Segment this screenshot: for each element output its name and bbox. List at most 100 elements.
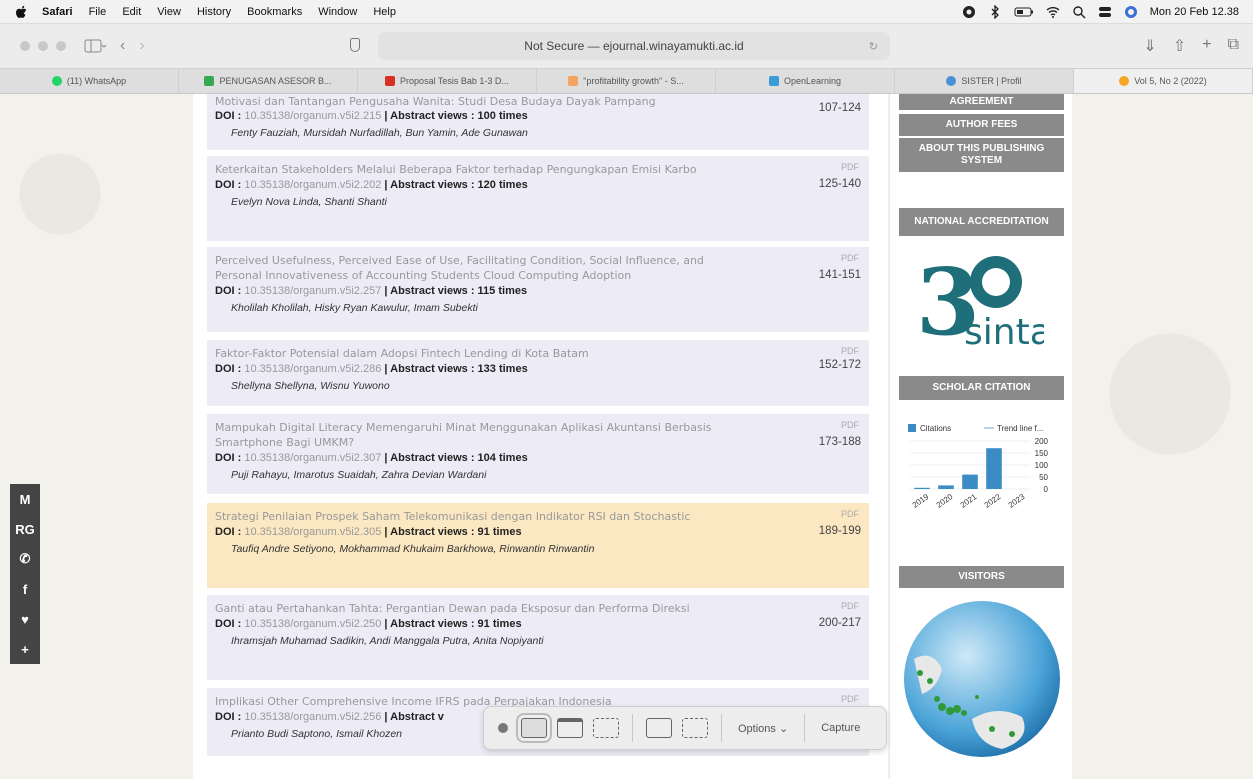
doi-link[interactable]: 10.35138/organum.v5i2.286	[244, 363, 381, 375]
sinta-word: sinta	[964, 312, 1044, 353]
article-authors: Fenty Fauziah, Mursidah Nurfadillah, Bun…	[231, 127, 528, 139]
sheets-icon	[204, 76, 215, 86]
back-button[interactable]: ‹	[120, 37, 125, 55]
tab-bar: (11) WhatsApp PENUGASAN ASESOR B... Prop…	[0, 68, 1253, 94]
record-screen-icon[interactable]	[646, 718, 672, 738]
article-pages: 189-199	[818, 525, 861, 537]
divider	[721, 714, 722, 742]
tab-proposal[interactable]: Proposal Tesis Bab 1-3 D...	[358, 69, 537, 93]
doi-link[interactable]: 10.35138/organum.v5i2.202	[244, 179, 381, 191]
spotlight-search-icon[interactable]	[1072, 5, 1086, 19]
abstract-views: | Abstract v	[381, 711, 444, 723]
record-selection-icon[interactable]	[682, 718, 708, 738]
menu-file[interactable]: File	[89, 6, 107, 18]
zoom-window-button[interactable]	[56, 41, 66, 51]
address-bar[interactable]: Not Secure — ejournal.winayamukti.ac.id …	[378, 32, 890, 60]
article-title[interactable]: Perceived Usefulness, Perceived Ease of …	[215, 253, 735, 283]
researchgate-share-icon[interactable]: RG	[10, 514, 40, 544]
article-title[interactable]: Keterkaitan Stakeholders Melalui Beberap…	[215, 162, 735, 177]
tab-profitability[interactable]: "profitability growth" - S...	[537, 69, 716, 93]
doi-label: DOI :	[215, 711, 245, 723]
article-title[interactable]: Mampukah Digital Literacy Memengaruhi Mi…	[215, 420, 735, 450]
about-publishing-system-link[interactable]: ABOUT THIS PUBLISHING SYSTEM	[899, 138, 1064, 172]
article-title[interactable]: Faktor-Faktor Potensial dalam Adopsi Fin…	[215, 346, 735, 361]
chart-ytick-label: 150	[1035, 449, 1049, 458]
close-window-button[interactable]	[20, 41, 30, 51]
menubar-datetime[interactable]: Mon 20 Feb 12.38	[1150, 6, 1239, 18]
downloads-icon[interactable]: ⇓	[1143, 36, 1156, 56]
article-authors: Evelyn Nova Linda, Shanti Shanti	[231, 196, 387, 208]
gmail-share-icon[interactable]: M	[10, 484, 40, 514]
visitor-globe-map[interactable]	[902, 599, 1062, 759]
apple-icon[interactable]	[16, 5, 28, 19]
menu-view[interactable]: View	[157, 6, 181, 18]
pdf-link[interactable]: PDF	[841, 420, 859, 430]
agreement-link[interactable]: AGREEMENT	[899, 94, 1064, 110]
menu-help[interactable]: Help	[373, 6, 396, 18]
doi-link[interactable]: 10.35138/organum.v5i2.250	[244, 618, 381, 630]
pdf-link[interactable]: PDF	[841, 162, 859, 172]
tab-penugasan[interactable]: PENUGASAN ASESOR B...	[179, 69, 358, 93]
capture-button[interactable]: Capture	[821, 722, 860, 734]
pdf-link[interactable]: PDF	[841, 509, 859, 519]
reload-icon[interactable]: ↻	[869, 40, 878, 53]
article-item: Motivasi dan Tantangan Pengusaha Wanita:…	[207, 94, 869, 150]
divider	[632, 714, 633, 742]
wifi-icon[interactable]	[1046, 5, 1060, 19]
share-icon[interactable]: ⇧	[1173, 36, 1186, 56]
battery-icon[interactable]	[1014, 5, 1034, 19]
more-share-icon[interactable]: +	[10, 634, 40, 664]
legend-citations: Citations	[920, 424, 951, 433]
tab-vol5[interactable]: Vol 5, No 2 (2022)	[1074, 69, 1253, 93]
pdf-link[interactable]: PDF	[841, 346, 859, 356]
control-center-icon[interactable]	[1098, 5, 1112, 19]
chart-bar-2020	[938, 485, 954, 489]
bluetooth-icon[interactable]	[988, 4, 1002, 19]
new-tab-button[interactable]: +	[1202, 36, 1211, 56]
capture-window-icon[interactable]	[557, 718, 583, 738]
facebook-share-icon[interactable]: f	[10, 574, 40, 604]
tab-whatsapp[interactable]: (11) WhatsApp	[0, 69, 179, 93]
article-title[interactable]: Strategi Penilaian Prospek Saham Telekom…	[215, 509, 735, 524]
camera-icon[interactable]	[962, 5, 976, 19]
tab-overview-icon[interactable]: ⧉	[1228, 36, 1239, 56]
tab-sister[interactable]: SISTER | Profil	[895, 69, 1074, 93]
article-item: Faktor-Faktor Potensial dalam Adopsi Fin…	[207, 340, 869, 406]
menu-safari[interactable]: Safari	[42, 6, 73, 18]
tab-openlearning[interactable]: OpenLearning	[716, 69, 895, 93]
article-title[interactable]: Ganti atau Pertahankan Tahta: Pergantian…	[215, 601, 735, 616]
menu-edit[interactable]: Edit	[122, 6, 141, 18]
doi-link[interactable]: 10.35138/organum.v5i2.307	[244, 452, 381, 464]
address-text: Not Secure — ejournal.winayamukti.ac.id	[524, 39, 744, 53]
sidebar-toggle-icon[interactable]	[84, 38, 106, 54]
sinta-logo[interactable]: 3 sinta	[914, 244, 1044, 354]
options-button[interactable]: Options ⌄	[738, 722, 788, 735]
privacy-shield-icon[interactable]	[350, 38, 360, 52]
doi-link[interactable]: 10.35138/organum.v5i2.257	[244, 285, 381, 297]
doi-link[interactable]: 10.35138/organum.v5i2.256	[244, 711, 381, 723]
siri-icon[interactable]	[1124, 5, 1138, 19]
web-page: Motivasi dan Tantangan Pengusaha Wanita:…	[0, 94, 1253, 779]
forward-button[interactable]: ›	[139, 37, 144, 55]
whatsapp-share-icon[interactable]: ✆	[10, 544, 40, 574]
menu-history[interactable]: History	[197, 6, 231, 18]
menu-window[interactable]: Window	[318, 6, 357, 18]
pdf-link[interactable]: PDF	[841, 601, 859, 611]
twitter-share-icon[interactable]: ♥	[10, 604, 40, 634]
author-fees-link[interactable]: AUTHOR FEES	[899, 114, 1064, 136]
doi-link[interactable]: 10.35138/organum.v5i2.305	[244, 526, 381, 538]
legend-trend: Trend line f...	[997, 424, 1043, 433]
capture-selection-icon[interactable]	[593, 718, 619, 738]
abstract-views: | Abstract views : 91 times	[381, 526, 522, 538]
article-item-highlighted: Strategi Penilaian Prospek Saham Telekom…	[207, 503, 869, 588]
close-capture-icon[interactable]	[498, 723, 508, 733]
doi-link[interactable]: 10.35138/organum.v5i2.215	[244, 110, 381, 122]
minimize-window-button[interactable]	[38, 41, 48, 51]
capture-entire-screen-icon[interactable]	[516, 713, 552, 743]
article-title[interactable]: Motivasi dan Tantangan Pengusaha Wanita:…	[215, 94, 735, 108]
menu-bookmarks[interactable]: Bookmarks	[247, 6, 302, 18]
journal-sidebar: AGREEMENT AUTHOR FEES ABOUT THIS PUBLISH…	[889, 94, 1072, 779]
pdf-link[interactable]: PDF	[841, 694, 859, 704]
toolbar-right-actions: ⇓ ⇧ + ⧉	[1143, 36, 1239, 56]
pdf-link[interactable]: PDF	[841, 253, 859, 263]
